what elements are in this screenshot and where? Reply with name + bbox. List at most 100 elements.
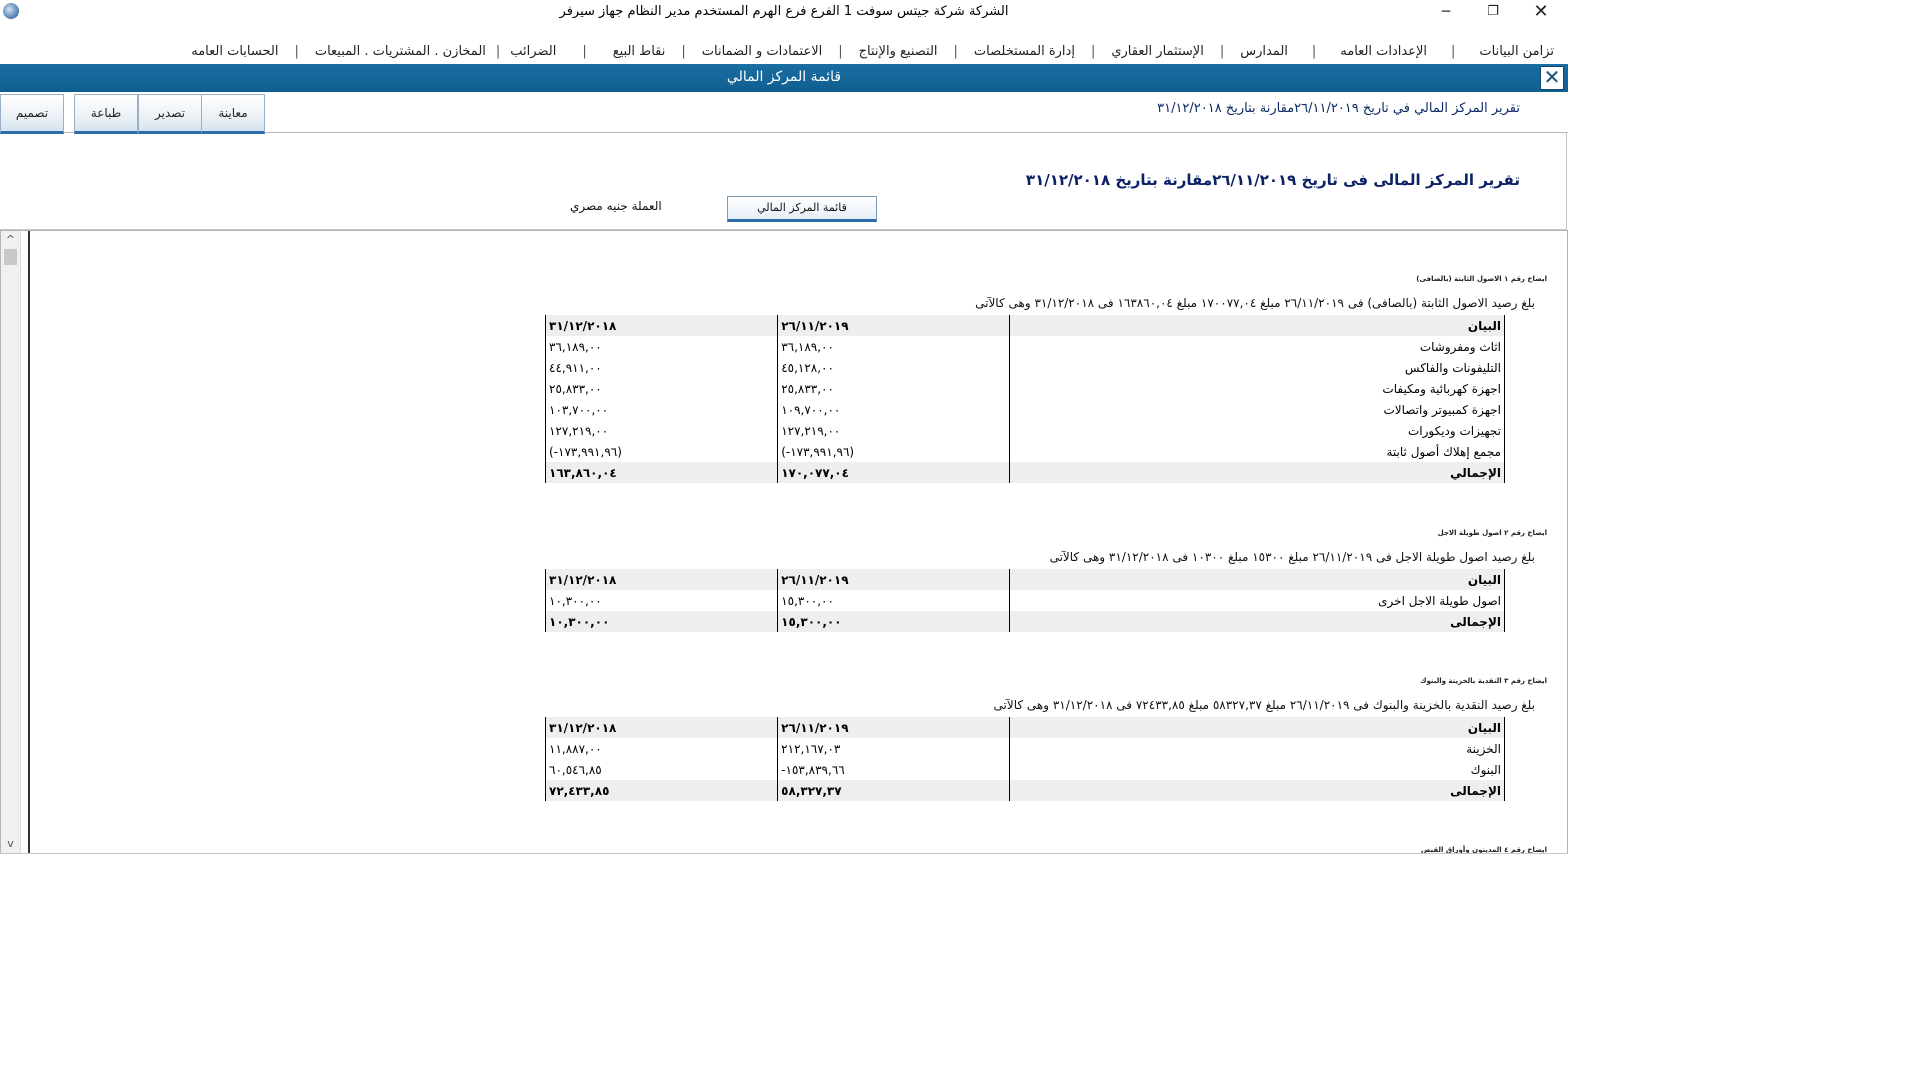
menu-schools[interactable]: المدارس xyxy=(1238,44,1290,59)
title-bar: الشركة شركة جيتس سوفت 1 الفرع فرع الهرم … xyxy=(0,0,1568,24)
row-value-previous: ١٢٧,٢١٩,٠٠ xyxy=(544,420,778,441)
table-row: اثاث ومفروشات ٣٦,١٨٩,٠٠ ٣٦,١٨٩,٠٠ xyxy=(544,336,1505,357)
table-total-row: الإجمالى ١٥,٣٠٠,٠٠ ١٠,٣٠٠,٠٠ xyxy=(544,611,1505,632)
note-table: البيان ٢٦/١١/٢٠١٩ ٣١/١٢/٢٠١٨ الخزينة ٢١٢… xyxy=(544,717,1505,801)
minimize-button[interactable]: ─ xyxy=(1423,0,1469,24)
table-row: تجهيزات وديكورات ١٢٧,٢١٩,٠٠ ١٢٧,٢١٩,٠٠ xyxy=(544,420,1505,441)
row-value-previous: ٢٥,٨٣٣,٠٠ xyxy=(544,378,778,399)
row-label: الخزينة xyxy=(1009,738,1505,759)
menu-separator: | xyxy=(495,44,501,59)
column-header-label: البيان xyxy=(1009,569,1505,590)
menu-general-accounts[interactable]: الحسابات العامه xyxy=(189,44,280,59)
preview-button[interactable]: معاينة xyxy=(201,94,265,134)
row-label: اثاث ومفروشات xyxy=(1009,336,1505,357)
row-label: اجهزة كمبيوتر واتصالات xyxy=(1009,399,1505,420)
table-row: التليفونات والفاكس ٤٥,١٢٨,٠٠ ٤٤,٩١١,٠٠ xyxy=(544,357,1505,378)
total-value-previous: ٧٢,٤٣٣,٨٥ xyxy=(544,780,778,801)
report-toolbar: تصميم طباعة تصدير معاينة تقرير المركز ال… xyxy=(0,92,1568,134)
menu-separator: | xyxy=(681,44,686,59)
row-value-current: ١٥٣,٨٣٩,٦٦- xyxy=(777,759,1010,780)
row-label: مجمع إهلاك أصول ثابتة xyxy=(1009,441,1505,462)
close-report-button[interactable]: ✕ xyxy=(1540,66,1564,90)
row-value-current: ٤٥,١٢٨,٠٠ xyxy=(777,357,1010,378)
column-header-date-previous: ٣١/١٢/٢٠١٨ xyxy=(544,717,778,738)
row-value-current: ١٠٩,٧٠٠,٠٠ xyxy=(777,399,1010,420)
row-value-current: ١٢٧,٢١٩,٠٠ xyxy=(777,420,1010,441)
menu-point-of-sale[interactable]: نقاط البيع xyxy=(611,44,668,59)
column-header-date-current: ٢٦/١١/٢٠١٩ xyxy=(777,717,1010,738)
financial-position-button[interactable]: قائمة المركز المالي xyxy=(727,196,877,222)
menu-data-sync[interactable]: تزامن البيانات xyxy=(1477,44,1556,59)
export-button[interactable]: تصدير xyxy=(138,94,202,134)
report-viewer[interactable]: ^ v ايضاح رقم ١ الاصول الثابتة (بالصافى)… xyxy=(0,230,1568,854)
scroll-up-arrow-icon[interactable]: ^ xyxy=(1,231,20,249)
vertical-scrollbar[interactable]: ^ v xyxy=(1,231,21,853)
table-header-row: البيان ٢٦/١١/٢٠١٩ ٣١/١٢/٢٠١٨ xyxy=(544,315,1505,336)
row-value-current: ١٥,٣٠٠,٠٠ xyxy=(777,590,1010,611)
row-value-previous: ٤٤,٩١١,٠٠ xyxy=(544,357,778,378)
window-title-text: الشركة شركة جيتس سوفت 1 الفرع فرع الهرم … xyxy=(559,4,1009,19)
menu-separator: | xyxy=(1311,44,1317,59)
table-header-row: البيان ٢٦/١١/٢٠١٩ ٣١/١٢/٢٠١٨ xyxy=(544,717,1505,738)
report-window-title: قائمة المركز المالي xyxy=(726,69,842,85)
menu-real-estate-investment[interactable]: الإستثمار العقاري xyxy=(1109,44,1206,59)
note-text: بلغ رصيد اصول طويلة الاجل فى ٢٦/١١/٢٠١٩ … xyxy=(1049,550,1535,564)
row-label: التليفونات والفاكس xyxy=(1009,357,1505,378)
menu-separator: | xyxy=(294,44,299,59)
menu-separator: | xyxy=(582,44,587,59)
note-text: بلغ رصيد النقدية بالخزينة والبنوك فى ٢٦/… xyxy=(993,698,1535,712)
row-value-current: ٣٦,١٨٩,٠٠ xyxy=(777,336,1010,357)
maximize-button[interactable]: ❐ xyxy=(1470,0,1516,24)
menu-inventory-purchases-sales[interactable]: المخازن . المشتريات . المبيعات xyxy=(313,44,488,59)
menu-general-settings[interactable]: الإعدادات العامه xyxy=(1338,44,1429,59)
row-value-previous: ١١,٨٨٧,٠٠ xyxy=(544,738,778,759)
report-caption: تقرير المركز المالي في تاريخ ٢٦/١١/٢٠١٩م… xyxy=(1157,101,1520,116)
table-row: البنوك ١٥٣,٨٣٩,٦٦- ٦٠,٥٤٦,٨٥ xyxy=(544,759,1505,780)
column-header-date-previous: ٣١/١٢/٢٠١٨ xyxy=(544,315,778,336)
report-big-title: تقرير المركز المالى فى تاريخ ٢٦/١١/٢٠١٩م… xyxy=(1025,171,1520,189)
column-header-date-current: ٢٦/١١/٢٠١٩ xyxy=(777,315,1010,336)
total-value-current: ١٥,٣٠٠,٠٠ xyxy=(777,611,1010,632)
bottom-status-bar xyxy=(0,853,1568,883)
note-table: البيان ٢٦/١١/٢٠١٩ ٣١/١٢/٢٠١٨ اصول طويلة … xyxy=(544,569,1505,632)
menu-manufacturing-production[interactable]: التصنيع والإنتاج xyxy=(857,44,940,59)
menu-separator: | xyxy=(1451,44,1456,59)
report-window-header: قائمة المركز المالي ✕ xyxy=(0,64,1568,92)
table-total-row: الإجمالي ١٧٠,٠٧٧,٠٤ ١٦٣,٨٦٠,٠٤ xyxy=(544,462,1505,483)
menu-extracts-management[interactable]: إدارة المستخلصات xyxy=(972,44,1077,59)
column-header-label: البيان xyxy=(1009,315,1505,336)
total-value-current: ٥٨,٣٢٧,٣٧ xyxy=(777,780,1010,801)
row-value-previous: ١٠٣,٧٠٠,٠٠ xyxy=(544,399,778,420)
print-button[interactable]: طباعة xyxy=(74,94,138,134)
row-label: البنوك xyxy=(1009,759,1505,780)
design-button[interactable]: تصميم xyxy=(0,94,64,134)
column-header-date-current: ٢٦/١١/٢٠١٩ xyxy=(777,569,1010,590)
total-label: الإجمالي xyxy=(1009,462,1505,483)
column-header-date-previous: ٣١/١٢/٢٠١٨ xyxy=(544,569,778,590)
note-heading: ايضاح رقم ١ الاصول الثابتة (بالصافى) xyxy=(1416,275,1547,283)
menu-credits-guarantees[interactable]: الاعتمادات و الضمانات xyxy=(700,44,825,59)
menu-taxes[interactable]: الضرائب xyxy=(508,44,558,59)
row-value-current: ٢١٢,١٦٧,٠٣ xyxy=(777,738,1010,759)
scroll-thumb[interactable] xyxy=(4,249,17,265)
menu-separator: | xyxy=(838,44,843,59)
menu-separator: | xyxy=(1090,44,1096,59)
table-total-row: الإجمالى ٥٨,٣٢٧,٣٧ ٧٢,٤٣٣,٨٥ xyxy=(544,780,1505,801)
menu-separator: | xyxy=(1219,44,1225,59)
row-label: تجهيزات وديكورات xyxy=(1009,420,1505,441)
page-edge-divider xyxy=(28,231,30,853)
table-row: اجهزة كمبيوتر واتصالات ١٠٩,٧٠٠,٠٠ ١٠٣,٧٠… xyxy=(544,399,1505,420)
note-text: بلغ رصيد الاصول الثابتة (بالصافى) فى ٢٦/… xyxy=(975,296,1535,310)
table-row: الخزينة ٢١٢,١٦٧,٠٣ ١١,٨٨٧,٠٠ xyxy=(544,738,1505,759)
main-menu-bar: الحسابات العامه | المخازن . المشتريات . … xyxy=(0,24,1568,64)
row-value-previous: (١٧٣,٩٩١,٩٦-) xyxy=(544,441,778,462)
note-heading: ايضاح رقم ٢ اصول طويلة الاجل xyxy=(1437,529,1547,537)
row-value-previous: ٣٦,١٨٩,٠٠ xyxy=(544,336,778,357)
close-window-button[interactable]: ✕ xyxy=(1518,0,1564,24)
scroll-down-arrow-icon[interactable]: v xyxy=(1,835,20,853)
table-row: مجمع إهلاك أصول ثابتة (١٧٣,٩٩١,٩٦-) (١٧٣… xyxy=(544,441,1505,462)
row-label: اجهزة كهربائية ومكيفات xyxy=(1009,378,1505,399)
row-value-current: (١٧٣,٩٩١,٩٦-) xyxy=(777,441,1010,462)
note-table: البيان ٢٦/١١/٢٠١٩ ٣١/١٢/٢٠١٨ اثاث ومفروش… xyxy=(544,315,1505,483)
total-label: الإجمالى xyxy=(1009,780,1505,801)
